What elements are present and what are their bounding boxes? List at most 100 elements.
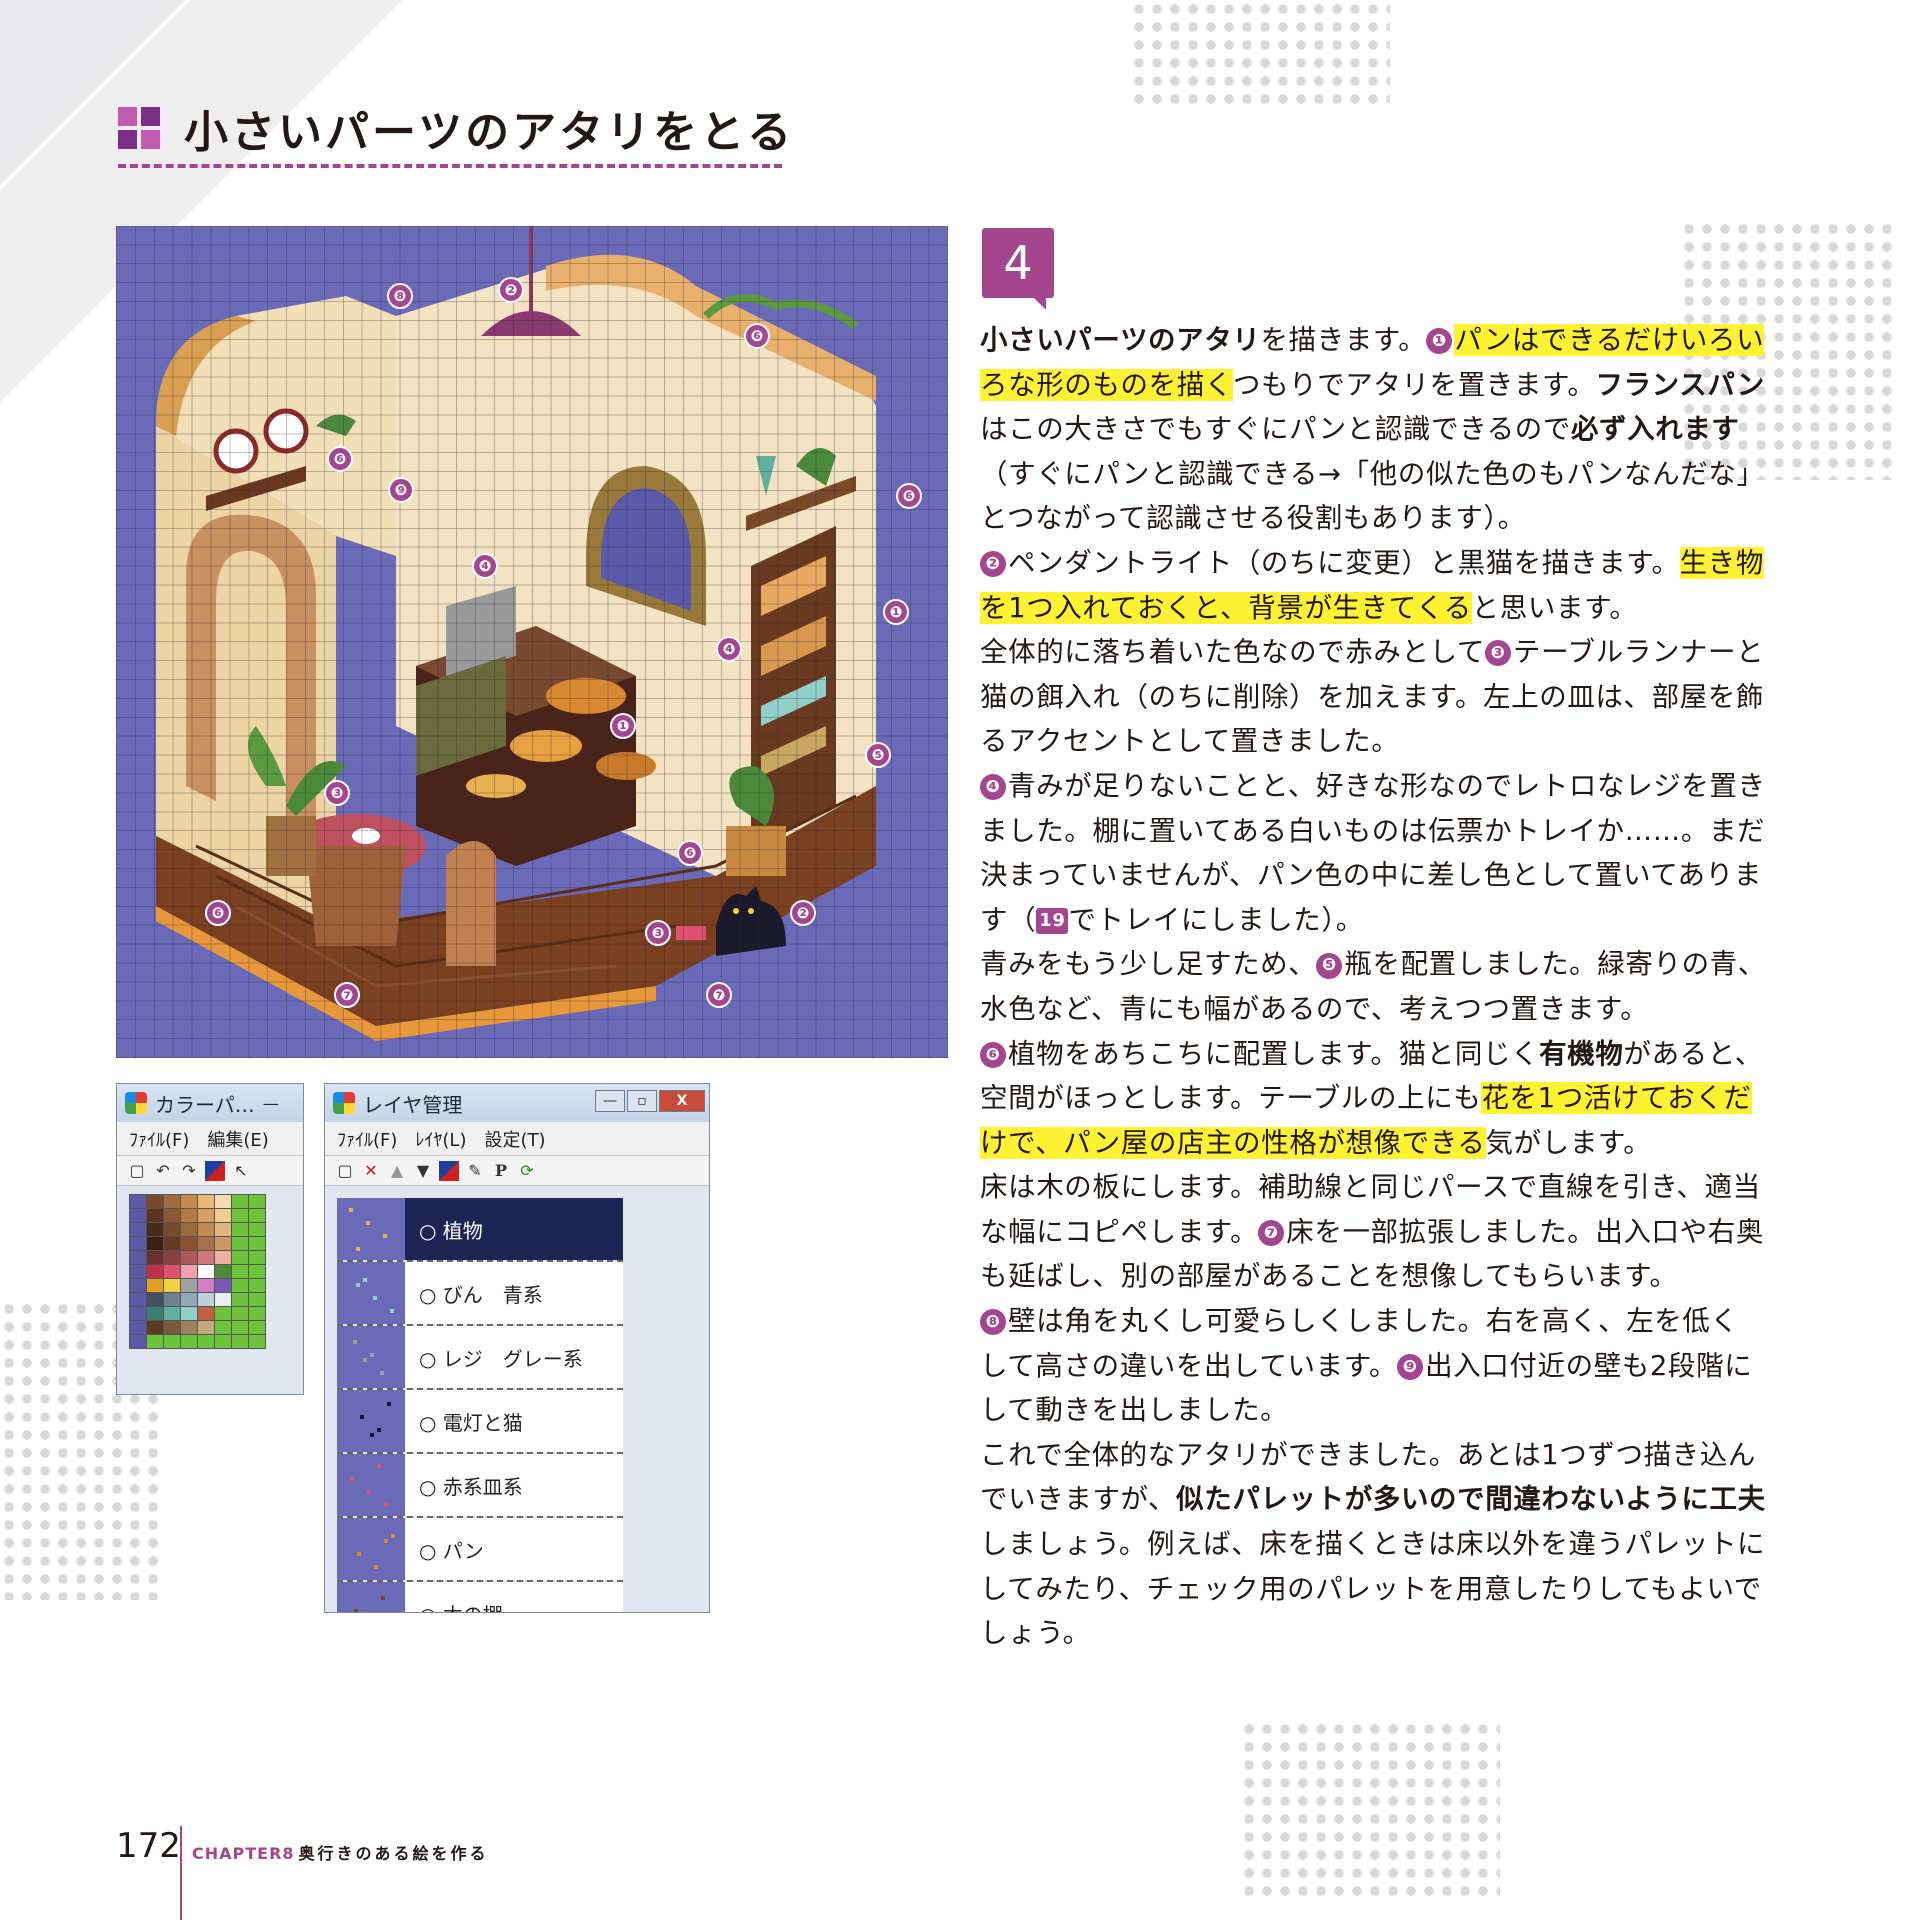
color-swap-icon[interactable] <box>205 1160 225 1181</box>
color-swatch[interactable] <box>232 1335 248 1348</box>
color-swatch[interactable] <box>147 1195 163 1208</box>
color-swatch[interactable] <box>198 1223 214 1236</box>
color-swatch[interactable] <box>147 1265 163 1278</box>
color-swatch[interactable] <box>164 1265 180 1278</box>
color-swatch[interactable] <box>198 1335 214 1348</box>
color-swatch[interactable] <box>181 1279 197 1292</box>
maximize-button[interactable]: ▫ <box>627 1090 657 1112</box>
menu-file[interactable]: ﾌｧｲﾙ(F) <box>129 1126 189 1152</box>
color-swap-icon[interactable] <box>439 1160 459 1181</box>
minimize-icon[interactable]: — <box>263 1094 279 1113</box>
color-swatch[interactable] <box>232 1307 248 1320</box>
color-swatch[interactable] <box>164 1335 180 1348</box>
color-swatch[interactable] <box>164 1307 180 1320</box>
color-swatch[interactable] <box>232 1321 248 1334</box>
color-swatch[interactable] <box>215 1279 231 1292</box>
layer-row[interactable]: ○ 木の棚 <box>337 1582 623 1612</box>
new-layer-icon[interactable]: ▢ <box>335 1161 355 1181</box>
color-swatch[interactable] <box>232 1251 248 1264</box>
color-swatch[interactable] <box>249 1223 265 1236</box>
color-swatch[interactable] <box>130 1335 146 1348</box>
color-swatch[interactable] <box>215 1237 231 1250</box>
layer-row[interactable]: ○ レジ グレー系 <box>337 1326 623 1390</box>
color-swatch[interactable] <box>130 1307 146 1320</box>
color-swatch[interactable] <box>181 1223 197 1236</box>
color-swatch[interactable] <box>198 1209 214 1222</box>
color-swatch[interactable] <box>249 1321 265 1334</box>
menu-settings[interactable]: 設定(T) <box>484 1126 545 1152</box>
color-swatch[interactable] <box>181 1237 197 1250</box>
color-swatch[interactable] <box>198 1251 214 1264</box>
color-swatch[interactable] <box>198 1195 214 1208</box>
color-swatch[interactable] <box>147 1223 163 1236</box>
new-icon[interactable]: ▢ <box>127 1161 147 1181</box>
menu-file[interactable]: ﾌｧｲﾙ(F) <box>337 1126 397 1152</box>
color-swatch[interactable] <box>215 1307 231 1320</box>
minimize-button[interactable]: — <box>595 1090 625 1112</box>
color-swatch[interactable] <box>130 1237 146 1250</box>
refresh-icon[interactable]: ⟳ <box>517 1161 537 1181</box>
redo-icon[interactable]: ↷ <box>179 1161 199 1181</box>
color-swatch[interactable] <box>232 1265 248 1278</box>
color-swatch[interactable] <box>130 1223 146 1236</box>
color-swatch[interactable] <box>147 1279 163 1292</box>
color-swatch[interactable] <box>164 1279 180 1292</box>
color-swatch[interactable] <box>215 1293 231 1306</box>
color-swatch[interactable] <box>181 1195 197 1208</box>
menu-edit[interactable]: 編集(E) <box>207 1126 268 1152</box>
color-swatch[interactable] <box>198 1265 214 1278</box>
color-swatch[interactable] <box>249 1265 265 1278</box>
color-swatch[interactable] <box>249 1237 265 1250</box>
color-swatch[interactable] <box>232 1279 248 1292</box>
color-swatch[interactable] <box>147 1237 163 1250</box>
color-swatch[interactable] <box>130 1265 146 1278</box>
color-swatch[interactable] <box>215 1195 231 1208</box>
color-swatch[interactable] <box>130 1209 146 1222</box>
undo-icon[interactable]: ↶ <box>153 1161 173 1181</box>
color-swatch[interactable] <box>147 1307 163 1320</box>
color-swatch[interactable] <box>130 1279 146 1292</box>
color-swatch[interactable] <box>164 1223 180 1236</box>
menu-layer[interactable]: ﾚｲﾔ(L) <box>415 1126 466 1152</box>
color-swatch[interactable] <box>215 1209 231 1222</box>
color-swatch[interactable] <box>215 1335 231 1348</box>
color-swatch[interactable] <box>249 1251 265 1264</box>
color-swatch[interactable] <box>198 1279 214 1292</box>
color-swatch[interactable] <box>164 1251 180 1264</box>
color-swatch[interactable] <box>215 1223 231 1236</box>
window-titlebar[interactable]: カラーパ… — <box>117 1084 303 1122</box>
color-swatch[interactable] <box>130 1251 146 1264</box>
color-swatch[interactable] <box>181 1321 197 1334</box>
color-swatch[interactable] <box>164 1209 180 1222</box>
delete-layer-icon[interactable]: ✕ <box>361 1161 381 1181</box>
color-swatch[interactable] <box>130 1321 146 1334</box>
color-swatch[interactable] <box>215 1265 231 1278</box>
color-swatch[interactable] <box>249 1293 265 1306</box>
color-swatch[interactable] <box>215 1251 231 1264</box>
layer-row[interactable]: ○ パン <box>337 1518 623 1582</box>
color-swatch[interactable] <box>130 1195 146 1208</box>
color-swatch[interactable] <box>249 1335 265 1348</box>
color-swatch[interactable] <box>249 1209 265 1222</box>
color-swatch[interactable] <box>164 1321 180 1334</box>
layer-row[interactable]: ○ 赤系皿系 <box>337 1454 623 1518</box>
property-icon[interactable]: P <box>491 1161 511 1181</box>
layer-row[interactable]: ○ 電灯と猫 <box>337 1390 623 1454</box>
color-swatch[interactable] <box>147 1335 163 1348</box>
color-swatch[interactable] <box>198 1321 214 1334</box>
move-down-icon[interactable]: ▼ <box>413 1161 433 1181</box>
pointer-icon[interactable]: ↖ <box>231 1161 251 1181</box>
color-swatch[interactable] <box>232 1237 248 1250</box>
color-swatch[interactable] <box>249 1279 265 1292</box>
color-swatch[interactable] <box>198 1293 214 1306</box>
color-swatch[interactable] <box>164 1195 180 1208</box>
color-swatch[interactable] <box>164 1237 180 1250</box>
color-swatch[interactable] <box>215 1321 231 1334</box>
color-swatch[interactable] <box>232 1195 248 1208</box>
color-swatch[interactable] <box>232 1209 248 1222</box>
color-swatch[interactable] <box>147 1321 163 1334</box>
color-swatch[interactable] <box>249 1195 265 1208</box>
color-swatch[interactable] <box>130 1293 146 1306</box>
color-swatch[interactable] <box>181 1265 197 1278</box>
color-swatch[interactable] <box>232 1293 248 1306</box>
